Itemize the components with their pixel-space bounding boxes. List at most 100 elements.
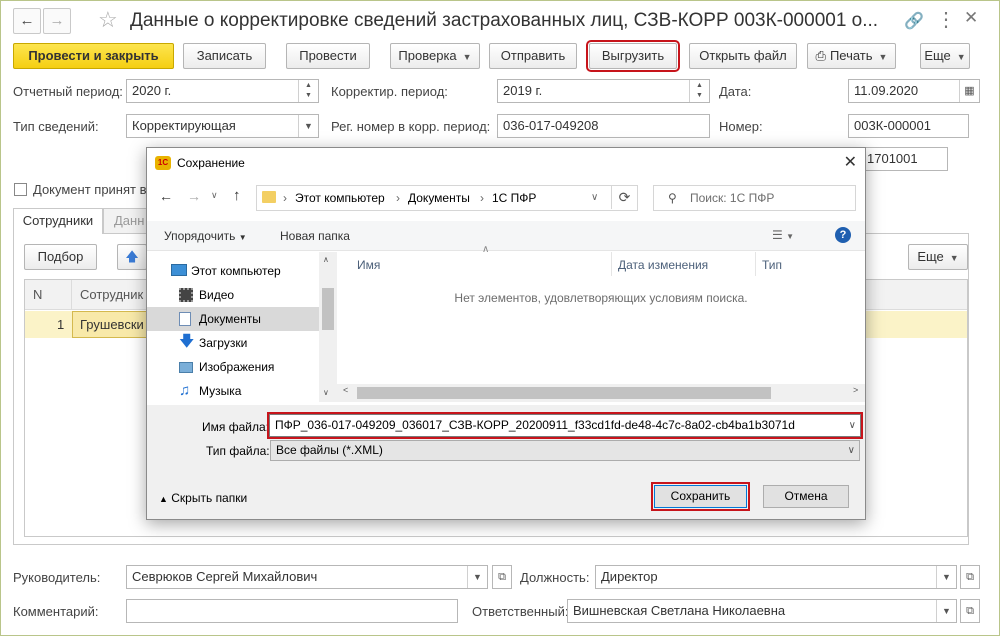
breadcrumb-computer[interactable]: Этот компьютер — [295, 186, 385, 210]
tree-item-video[interactable]: Видео — [147, 283, 319, 307]
breadcrumb-folder[interactable]: 1С ПФР — [492, 186, 536, 210]
export-button[interactable]: Выгрузить — [586, 40, 680, 72]
open-file-button[interactable]: Открыть файл — [689, 43, 797, 69]
corr-period-field[interactable]: 2019 г. ▲ ▼ — [497, 79, 710, 103]
tree-item-downloads[interactable]: 🡇 Загрузки — [147, 331, 319, 355]
arrow-left-icon[interactable]: ← — [159, 188, 173, 204]
position-field[interactable]: Директор ▼ — [595, 565, 957, 589]
close-icon[interactable]: ✕ — [844, 152, 857, 172]
check-button[interactable]: Проверка ▼ — [390, 43, 480, 69]
col-employee: Сотрудник — [80, 287, 144, 302]
corr-period-value: 2019 г. — [503, 83, 543, 98]
help-icon[interactable]: ? — [835, 227, 851, 243]
post-button[interactable]: Провести — [286, 43, 370, 69]
horizontal-scrollbar[interactable]: < > — [337, 384, 865, 402]
chevron-up-icon[interactable]: ∧ — [323, 255, 329, 264]
arrow-right-icon[interactable]: → — [187, 188, 201, 204]
link-icon[interactable]: 🔗 — [904, 11, 924, 31]
new-folder-button[interactable]: Новая папка — [280, 229, 350, 243]
send-button[interactable]: Отправить — [489, 43, 577, 69]
col-type[interactable]: Тип — [762, 258, 782, 272]
chevron-down-icon[interactable]: ▼ — [298, 115, 318, 137]
chevron-right-icon[interactable]: > — [853, 385, 858, 395]
chevron-left-icon[interactable]: < — [343, 385, 348, 395]
print-button-label: Печать — [829, 48, 873, 63]
save-button[interactable]: Записать — [183, 43, 266, 69]
check-button-label: Проверка — [398, 48, 457, 63]
chevron-down-icon[interactable]: ▼ — [467, 566, 487, 588]
chevron-down-icon: ▼ — [462, 52, 472, 62]
type-value: Корректирующая — [132, 118, 236, 133]
address-bar[interactable]: › Этот компьютер › Документы › 1С ПФР ∨ … — [256, 185, 638, 211]
position-value: Директор — [601, 569, 658, 584]
scrollbar-thumb[interactable] — [322, 288, 334, 330]
organize-button[interactable]: Упорядочить ▼ — [164, 229, 247, 243]
pick-button[interactable]: Подбор — [24, 244, 97, 270]
tree-scrollbar[interactable]: ∧ ∨ — [319, 252, 337, 402]
responsible-field[interactable]: Вишневская Светлана Николаевна ▼ — [567, 599, 957, 623]
row-employee[interactable]: Грушевски — [72, 311, 150, 338]
open-icon[interactable]: ⧉ — [492, 565, 512, 589]
tree-item-label: Этот компьютер — [191, 264, 281, 278]
head-label: Руководитель: — [13, 570, 101, 585]
open-icon[interactable]: ⧉ — [960, 599, 980, 623]
search-input[interactable]: ⚲ Поиск: 1С ПФР — [653, 185, 856, 211]
refresh-icon[interactable]: ⟳ — [611, 185, 637, 209]
number-label: Номер: — [719, 119, 763, 134]
table-more-button[interactable]: Еще ▼ — [908, 244, 968, 270]
type-field[interactable]: Корректирующая ▼ — [126, 114, 319, 138]
chevron-down-icon[interactable]: ▼ — [936, 566, 956, 588]
chevron-down-icon: ▼ — [956, 52, 966, 62]
filename-input[interactable]: ПФР_036-017-049209_036017_СЗВ-КОРР_20200… — [267, 412, 863, 439]
move-up-button[interactable]: 🡅 — [117, 244, 147, 270]
more-button[interactable]: Еще ▼ — [920, 43, 970, 69]
position-label: Должность: — [520, 570, 590, 585]
reg-number-field[interactable]: 036-017-049208 — [497, 114, 710, 138]
hide-folders-button[interactable]: ▲ Скрыть папки — [159, 491, 247, 505]
spinner-icon[interactable]: ▲ ▼ — [298, 80, 318, 102]
comment-field[interactable] — [126, 599, 458, 623]
period-field[interactable]: 2020 г. ▲ ▼ — [126, 79, 319, 103]
head-value: Севрюков Сергей Михайлович — [132, 569, 318, 584]
tree-item-label: Изображения — [199, 360, 275, 374]
col-date[interactable]: Дата изменения — [618, 258, 708, 272]
open-icon[interactable]: ⧉ — [960, 565, 980, 589]
filetype-select[interactable]: Все файлы (*.XML) ∨ — [270, 440, 860, 461]
date-field[interactable]: 11.09.2020 ▦ — [848, 79, 980, 103]
breadcrumb-documents[interactable]: Документы — [408, 186, 470, 210]
scrollbar-thumb[interactable] — [357, 387, 771, 399]
arrow-up-icon[interactable]: ↑ — [233, 187, 241, 204]
save-dialog-button[interactable]: Сохранить — [651, 482, 750, 511]
tab-data[interactable]: Данн — [103, 208, 148, 234]
responsible-label: Ответственный: — [472, 604, 569, 619]
tree-item-computer[interactable]: Этот компьютер — [147, 259, 319, 283]
head-field[interactable]: Севрюков Сергей Михайлович ▼ — [126, 565, 488, 589]
chevron-down-icon[interactable]: ∨ — [848, 441, 855, 460]
accepted-checkbox[interactable] — [14, 183, 27, 196]
chevron-down-icon[interactable]: ▼ — [936, 600, 956, 622]
cancel-button[interactable]: Отмена — [763, 485, 849, 508]
chevron-down-icon[interactable]: ∨ — [591, 186, 598, 210]
post-and-close-button[interactable]: Провести и закрыть — [13, 43, 174, 69]
date-value: 11.09.2020 — [854, 83, 919, 98]
tree-item-images[interactable]: Изображения — [147, 355, 319, 379]
col-name[interactable]: Имя — [357, 258, 380, 272]
close-icon[interactable]: ✕ — [964, 8, 978, 28]
number-field[interactable]: 003К-000001 — [848, 114, 969, 138]
chevron-down-icon[interactable]: ∨ — [211, 190, 218, 201]
hide-folders-label: Скрыть папки — [171, 491, 248, 505]
more-vertical-icon[interactable]: ⋮ — [936, 7, 956, 32]
print-button[interactable]: ⎙ Печать ▼ — [807, 43, 896, 69]
back-button[interactable]: ← — [13, 8, 41, 34]
calendar-icon[interactable]: ▦ — [959, 80, 979, 102]
view-options-icon[interactable]: ☰ ▼ — [772, 228, 794, 242]
chevron-down-icon[interactable]: ∨ — [323, 388, 329, 397]
spinner-icon[interactable]: ▲ ▼ — [689, 80, 709, 102]
tree-item-documents[interactable]: Документы — [147, 307, 319, 331]
chevron-down-icon[interactable]: ∨ — [848, 415, 856, 436]
favorite-star-icon[interactable]: ☆ — [98, 7, 118, 33]
tree-item-music[interactable]: ♫ Музыка — [147, 379, 319, 403]
tab-employees[interactable]: Сотрудники — [13, 208, 103, 234]
forward-button[interactable]: → — [43, 8, 71, 34]
file-list: ∧ Имя Дата изменения Тип Нет элементов, … — [337, 244, 865, 402]
